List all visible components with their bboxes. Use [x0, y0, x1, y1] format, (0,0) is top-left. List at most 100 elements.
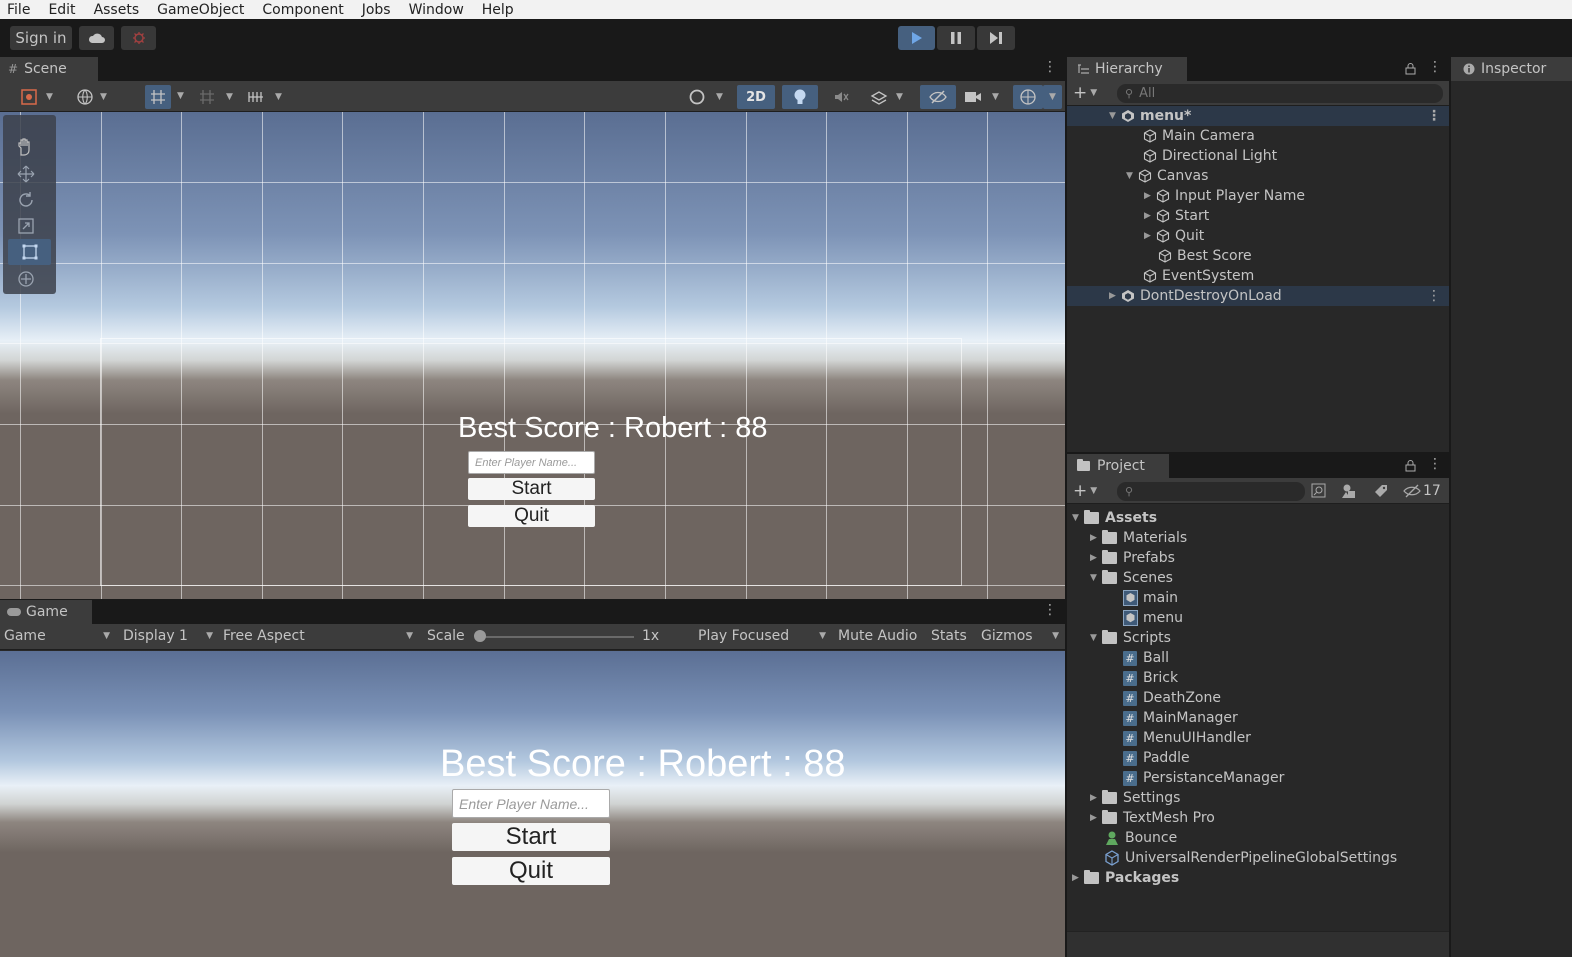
project-kebab-icon[interactable]: ⋮ [1428, 456, 1442, 472]
lock-icon[interactable] [1405, 62, 1416, 75]
mute-audio-button[interactable]: Mute Audio [838, 624, 917, 648]
tab-scene[interactable]: # Scene [0, 57, 98, 81]
rect-tool[interactable] [8, 239, 51, 265]
camera-dropdown[interactable]: ▼ [964, 86, 1006, 108]
hierarchy-kebab-icon[interactable]: ⋮ [1428, 59, 1442, 75]
menu-gameobject[interactable]: GameObject [157, 2, 244, 18]
game-view-dropdown[interactable]: Game ▼ [4, 624, 110, 648]
hierarchy-item-eventsystem[interactable]: EventSystem [1067, 266, 1254, 286]
tab-hierarchy[interactable]: Hierarchy [1067, 57, 1187, 81]
project-item-mainmanager[interactable]: # MainManager [1123, 708, 1238, 728]
hierarchy-item-main-camera[interactable]: Main Camera [1067, 126, 1255, 146]
grid-dropdown-icon[interactable]: ▼ [177, 91, 184, 101]
project-item-settings[interactable]: ▶ Settings [1090, 788, 1180, 808]
scale-slider-track[interactable] [476, 636, 634, 638]
gizmos-toggle[interactable] [1013, 85, 1043, 109]
step-button[interactable] [977, 26, 1015, 50]
project-item-packages[interactable]: ▶ Packages [1072, 868, 1179, 888]
game-quit-button[interactable]: Quit [452, 857, 610, 885]
play-focused-dropdown[interactable]: Play Focused ▼ [698, 624, 826, 648]
project-item-paddle[interactable]: # Paddle [1123, 748, 1190, 768]
project-item-deathzone[interactable]: # DeathZone [1123, 688, 1221, 708]
increment-snap-dropdown[interactable]: ▼ [247, 86, 289, 108]
hidden-packages-toggle[interactable]: 17 [1403, 482, 1445, 500]
game-start-button[interactable]: Start [452, 823, 610, 851]
project-item-persistancemanager[interactable]: # PersistanceManager [1123, 768, 1284, 788]
label-tag-icon[interactable] [1373, 483, 1389, 499]
scene-start-button[interactable]: Start [468, 478, 595, 500]
snap-dropdown[interactable]: ▼ [198, 86, 238, 108]
dontdestroy-kebab-icon[interactable]: ⋮ [1427, 288, 1441, 304]
grid-toggle[interactable] [145, 85, 171, 109]
scale-slider-handle[interactable] [474, 630, 486, 642]
project-item-bounce[interactable]: Bounce [1104, 828, 1177, 848]
collab-button[interactable] [121, 26, 156, 50]
mode-2d-toggle[interactable]: 2D [737, 85, 775, 109]
hierarchy-add-button[interactable]: + ▼ [1073, 83, 1107, 103]
hierarchy-item-dontdestroyonload[interactable]: ▶ DontDestroyOnLoad ⋮ [1067, 286, 1449, 306]
hierarchy-item-directional-light[interactable]: Directional Light [1067, 146, 1277, 166]
scene-kebab-icon[interactable]: ⋮ [1043, 59, 1057, 75]
tab-project[interactable]: Project [1067, 454, 1169, 478]
project-item-scripts[interactable]: ▼ Scripts [1090, 628, 1171, 648]
project-item-scenes[interactable]: ▼ Scenes [1090, 568, 1173, 588]
hand-tool[interactable] [15, 137, 35, 161]
menu-component[interactable]: Component [262, 2, 343, 18]
scene-viewport[interactable]: Best Score : Robert : 88 Enter Player Na… [0, 112, 1065, 599]
scene-player-name-input[interactable]: Enter Player Name... [468, 451, 595, 474]
aspect-dropdown[interactable]: Free Aspect ▼ [223, 624, 413, 648]
game-viewport[interactable]: Best Score : Robert : 88 Enter Player Na… [0, 651, 1065, 957]
project-item-brick[interactable]: # Brick [1123, 668, 1178, 688]
project-search-input[interactable]: ⚲ [1117, 482, 1305, 501]
hierarchy-item-canvas[interactable]: ▼ Canvas [1067, 166, 1208, 186]
draw-mode-dropdown[interactable]: ▼ [20, 86, 68, 108]
draw-mode-circle-dropdown[interactable]: ▼ [688, 86, 730, 108]
scene-quit-button[interactable]: Quit [468, 505, 595, 527]
lock-icon[interactable] [1405, 459, 1416, 472]
pause-button[interactable] [937, 26, 975, 50]
scale-tool[interactable] [17, 217, 35, 239]
move-tool[interactable] [17, 165, 35, 187]
menu-assets[interactable]: Assets [94, 2, 140, 18]
gizmos-dropdown[interactable]: ▼ [1043, 85, 1062, 109]
lighting-toggle[interactable] [782, 85, 818, 109]
scene-visibility-toggle[interactable] [920, 85, 956, 109]
game-kebab-icon[interactable]: ⋮ [1043, 602, 1057, 618]
hierarchy-search-input[interactable]: ⚲ All [1117, 84, 1443, 103]
gizmos-button[interactable]: Gizmos ▼ [981, 624, 1059, 648]
tab-inspector[interactable]: Inspector [1451, 57, 1572, 81]
render-mode-dropdown[interactable]: ▼ [76, 86, 116, 108]
audio-toggle[interactable] [832, 86, 856, 108]
effects-dropdown[interactable]: ▼ [870, 86, 914, 108]
project-item-urp-global-settings[interactable]: UniversalRenderPipelineGlobalSettings [1104, 848, 1397, 868]
project-item-menu[interactable]: menu [1123, 608, 1183, 628]
menu-window[interactable]: Window [409, 2, 464, 18]
tab-game[interactable]: Game [0, 600, 92, 624]
stats-button[interactable]: Stats [931, 624, 967, 648]
menu-edit[interactable]: Edit [48, 2, 75, 18]
project-item-assets[interactable]: ▼ Assets [1072, 508, 1157, 528]
game-player-name-input[interactable]: Enter Player Name... [452, 789, 610, 818]
transform-tool[interactable] [17, 270, 35, 292]
menu-jobs[interactable]: Jobs [362, 2, 391, 18]
project-item-ball[interactable]: # Ball [1123, 648, 1169, 668]
sign-in-button[interactable]: Sign in [10, 26, 72, 50]
project-item-materials[interactable]: ▶ Materials [1090, 528, 1187, 548]
cloud-button[interactable] [79, 26, 114, 50]
project-add-button[interactable]: + ▼ [1073, 481, 1107, 501]
hierarchy-item-menu-scene[interactable]: ▼ menu* ⋮ [1067, 106, 1449, 126]
play-button[interactable] [898, 26, 935, 50]
hierarchy-item-start[interactable]: ▶ Start [1067, 206, 1209, 226]
project-item-prefabs[interactable]: ▶ Prefabs [1090, 548, 1175, 568]
project-item-textmesh-pro[interactable]: ▶ TextMesh Pro [1090, 808, 1215, 828]
menu-file[interactable]: File [7, 2, 30, 18]
scene-kebab-icon[interactable]: ⋮ [1427, 108, 1441, 124]
filter-by-type-icon[interactable] [1341, 483, 1357, 499]
hierarchy-item-quit[interactable]: ▶ Quit [1067, 226, 1204, 246]
display-dropdown[interactable]: Display 1 ▼ [123, 624, 213, 648]
project-item-menuuihandler[interactable]: # MenuUIHandler [1123, 728, 1251, 748]
menu-help[interactable]: Help [482, 2, 514, 18]
hierarchy-item-best-score[interactable]: Best Score [1067, 246, 1252, 266]
search-by-type-icon[interactable] [1311, 483, 1327, 499]
hierarchy-item-input-player-name[interactable]: ▶ Input Player Name [1067, 186, 1305, 206]
